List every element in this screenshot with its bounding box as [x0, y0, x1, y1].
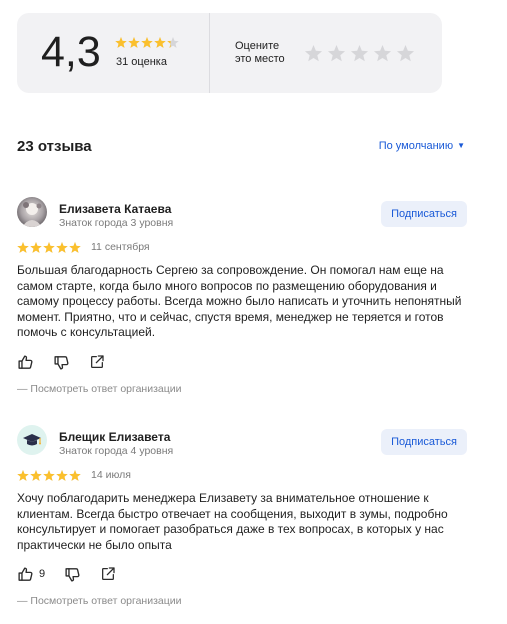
star-icon-filled: [141, 37, 153, 48]
sort-label: По умолчанию: [378, 140, 454, 152]
like-count: 9: [39, 568, 46, 580]
star-icon-filled: [43, 470, 55, 481]
review-date: 11 сентября: [91, 241, 150, 253]
subscribe-button[interactable]: Подписаться: [381, 201, 467, 227]
star-icon-filled: [43, 242, 55, 253]
author-level: Знаток города 4 уровня: [59, 445, 174, 457]
author-name[interactable]: Елизавета Катаева: [59, 202, 171, 216]
average-rating-stars: [115, 37, 179, 48]
rate-prompt-line2: это место: [235, 53, 285, 65]
star-icon-filled: [115, 37, 127, 48]
star-icon-filled: [69, 242, 81, 253]
review-date: 14 июля: [91, 469, 131, 481]
review-text: Большая благодарность Сергею за сопровож…: [17, 263, 462, 340]
like-button[interactable]: 9: [17, 566, 45, 583]
review-actions: 9: [17, 565, 135, 583]
star-icon-filled: [154, 37, 166, 48]
review-stars: [17, 470, 81, 481]
avatar[interactable]: [17, 425, 47, 455]
sort-select[interactable]: По умолчанию ▼: [379, 140, 465, 152]
rate-star-4-icon[interactable]: [373, 44, 392, 63]
share-button[interactable]: [100, 566, 116, 582]
thumbs-up-icon: [18, 354, 33, 369]
average-rating: 4,3: [41, 28, 101, 76]
author-name[interactable]: Блещик Елизавета: [59, 430, 170, 444]
divider: [209, 13, 210, 93]
star-icon-filled: [128, 37, 140, 48]
reviews-header: 23 отзыва По умолчанию ▼: [17, 136, 467, 158]
star-icon-filled: [69, 470, 81, 481]
dislike-button[interactable]: [64, 566, 81, 583]
star-icon-filled: [17, 242, 29, 253]
dislike-button[interactable]: [53, 354, 70, 371]
caret-down-icon: ▼: [457, 141, 465, 150]
thumbs-up-icon: [18, 566, 33, 581]
avatar[interactable]: [17, 197, 47, 227]
rating-summary-card: 4,3 31 оценка Оцените это место: [17, 13, 442, 93]
like-button[interactable]: [17, 354, 34, 371]
star-icon-filled: [56, 242, 68, 253]
view-organization-reply-link[interactable]: — Посмотреть ответ организации: [17, 595, 182, 607]
review-actions: [17, 353, 124, 371]
view-organization-reply-link[interactable]: — Посмотреть ответ организации: [17, 383, 182, 395]
share-button[interactable]: [89, 354, 105, 370]
rate-stars-input[interactable]: [304, 44, 415, 63]
subscribe-button[interactable]: Подписаться: [381, 429, 467, 455]
review-text: Хочу поблагодарить менеджера Елизавету з…: [17, 491, 448, 552]
star-icon-filled: [56, 470, 68, 481]
star-icon-filled: [30, 470, 42, 481]
ratings-count: 31 оценка: [116, 56, 167, 68]
review-stars: [17, 242, 81, 253]
rate-star-2-icon[interactable]: [327, 44, 346, 63]
rate-star-5-icon[interactable]: [396, 44, 415, 63]
rate-prompt: Оцените это место: [235, 40, 285, 66]
thumbs-down-icon: [65, 567, 80, 582]
thumbs-down-icon: [54, 355, 69, 370]
star-icon-filled: [30, 242, 42, 253]
star-icon-filled: [17, 470, 29, 481]
share-icon: [91, 355, 104, 368]
rate-star-3-icon[interactable]: [350, 44, 369, 63]
author-level: Знаток города 3 уровня: [59, 217, 174, 229]
share-icon: [102, 567, 115, 580]
reviews-count: 23 отзыва: [17, 138, 92, 155]
rate-prompt-line1: Оцените: [235, 40, 280, 52]
rate-star-1-icon[interactable]: [304, 44, 323, 63]
